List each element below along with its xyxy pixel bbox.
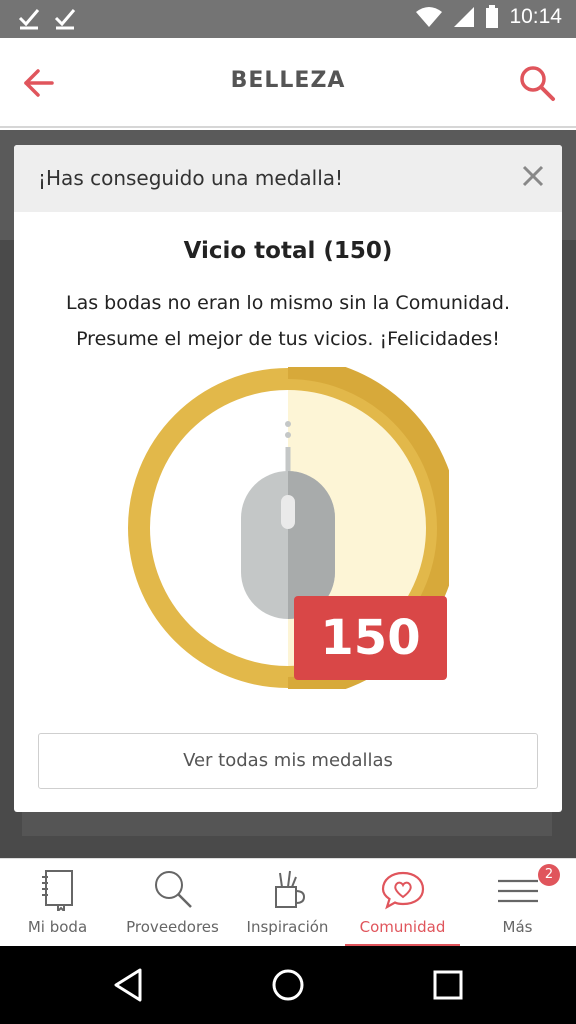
battery-icon <box>486 5 499 28</box>
background-content <box>22 808 552 836</box>
app-bar: BELLEZA <box>0 38 576 128</box>
notification-badge: 2 <box>538 864 560 886</box>
medal-description: Las bodas no eran lo mismo sin la Comuni… <box>34 285 542 357</box>
nav-item-mi-boda[interactable]: Mi boda <box>0 859 115 947</box>
nav-label: Mi boda <box>27 918 88 936</box>
check-icon <box>54 9 76 30</box>
nav-item-inspiracion[interactable]: Inspiración <box>230 859 345 947</box>
status-bar: 10:14 <box>0 0 576 38</box>
nav-item-mas[interactable]: 2 Más <box>460 859 575 947</box>
status-time: 10:14 <box>509 5 562 28</box>
close-icon[interactable] <box>520 163 546 189</box>
menu-icon <box>498 879 538 903</box>
check-icon <box>18 9 40 30</box>
signal-icon <box>454 7 475 27</box>
nav-item-comunidad[interactable]: Comunidad <box>345 859 460 947</box>
medal-count-badge: 150 <box>294 596 447 680</box>
search-icon[interactable] <box>518 64 556 102</box>
description-line: Presume el mejor de tus vicios. ¡Felicid… <box>76 328 500 350</box>
home-circle-icon[interactable] <box>269 966 307 1004</box>
view-all-medals-button[interactable]: Ver todas mis medallas <box>38 733 538 789</box>
chat-heart-icon <box>381 871 425 910</box>
back-triangle-icon[interactable] <box>110 966 148 1004</box>
description-line: Las bodas no eran lo mismo sin la Comuni… <box>65 292 510 314</box>
nav-item-proveedores[interactable]: Proveedores <box>115 859 230 947</box>
wifi-icon <box>416 7 443 27</box>
nav-label: Más <box>502 918 533 936</box>
search-icon <box>155 871 192 908</box>
medal-title: Vicio total (150) <box>183 238 393 264</box>
cup-icon <box>275 870 306 908</box>
medal-dialog: ¡Has conseguido una medalla! Vicio total… <box>14 145 562 812</box>
notebook-icon <box>42 870 73 911</box>
nav-label: Inspiración <box>246 918 329 936</box>
dialog-title: ¡Has conseguido una medalla! <box>38 166 344 190</box>
dialog-header: ¡Has conseguido una medalla! <box>14 145 562 212</box>
system-navigation-bar <box>0 946 576 1024</box>
bottom-navigation: Mi boda Proveedores Inspiración Comunida… <box>0 858 576 947</box>
page-title: BELLEZA <box>230 68 346 93</box>
nav-label: Comunidad <box>359 918 446 936</box>
nav-label: Proveedores <box>126 918 219 936</box>
recents-square-icon[interactable] <box>429 966 467 1004</box>
